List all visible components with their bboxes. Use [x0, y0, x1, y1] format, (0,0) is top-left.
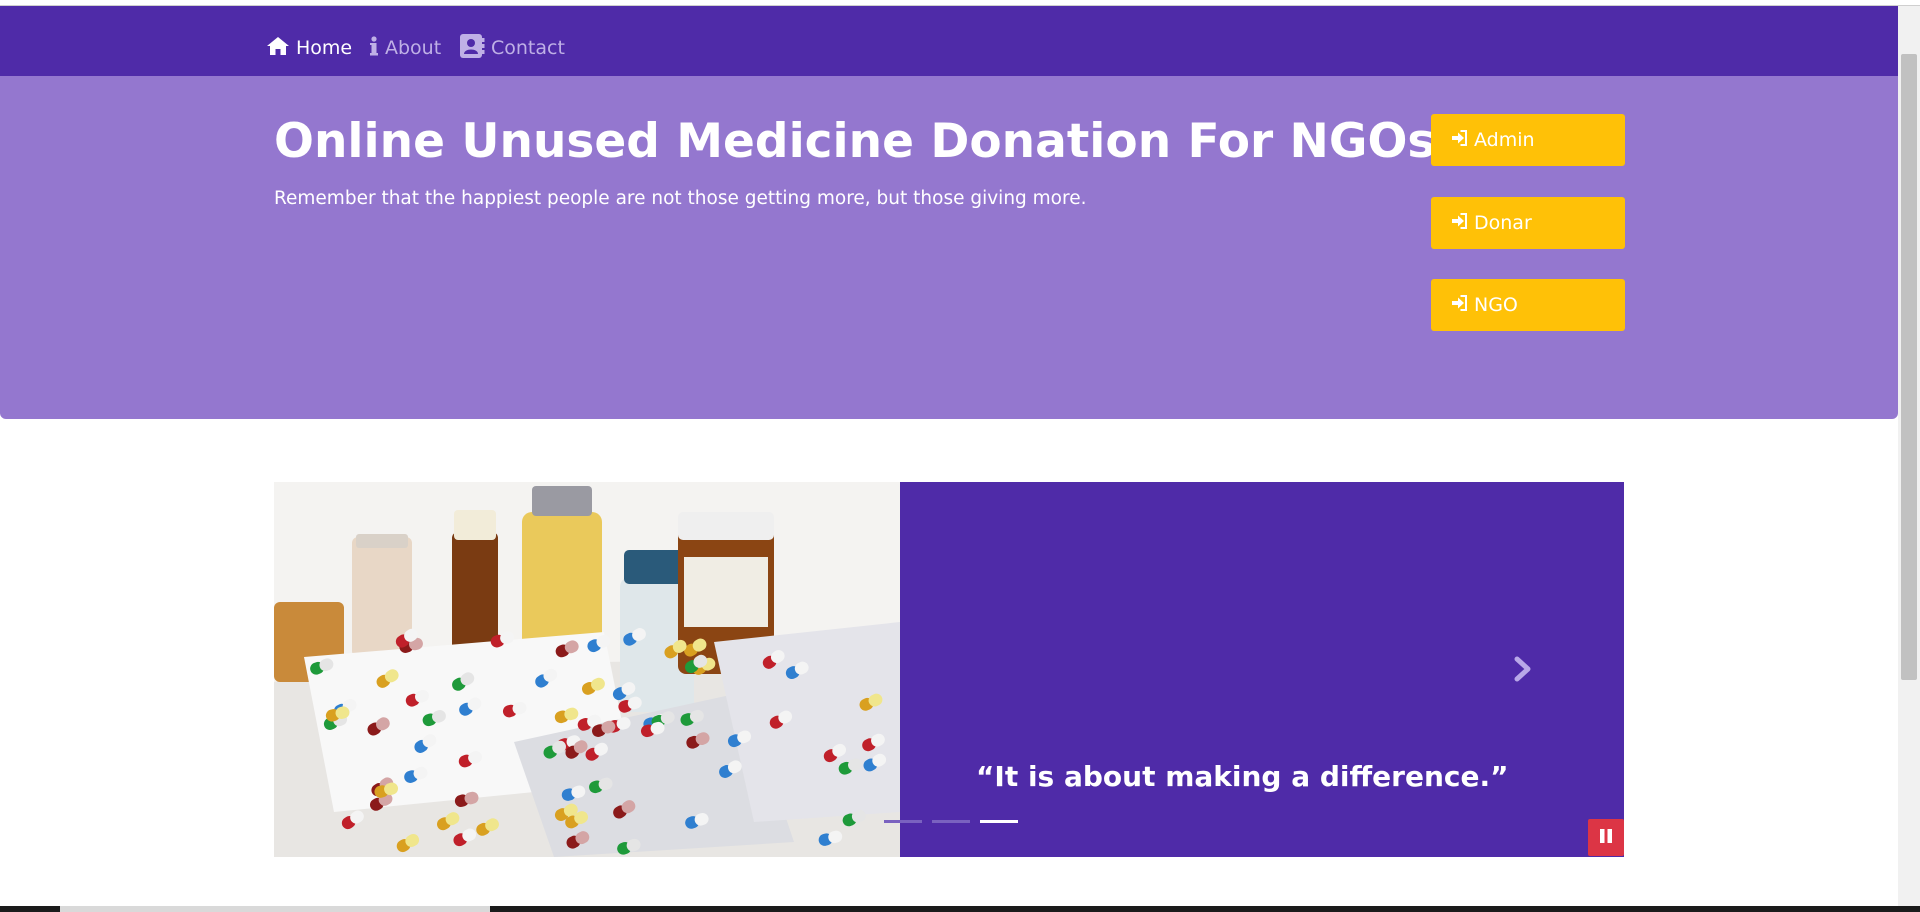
sign-in-icon: [1451, 294, 1468, 316]
sign-in-icon: [1451, 212, 1468, 234]
pause-icon: [1598, 828, 1614, 847]
scrollbar-thumb[interactable]: [1901, 54, 1917, 680]
ngo-button-label: NGO: [1474, 294, 1518, 316]
image-carousel: [274, 482, 1624, 857]
window-bottom-bar: [0, 906, 1920, 912]
donar-button-label: Donar: [1474, 212, 1532, 234]
carousel-pause-button[interactable]: [1588, 819, 1624, 856]
nav-contact-link[interactable]: Contact: [459, 30, 565, 66]
nav-about-label: About: [385, 37, 442, 59]
page-scrollbar[interactable]: [1898, 6, 1920, 906]
medicine-photo: [274, 482, 900, 857]
chevron-right-icon: [1514, 656, 1532, 686]
hero-banner: Online Unused Medicine Donation For NGOs…: [0, 76, 1898, 419]
slide-quote: “It is about making a difference.”: [976, 760, 1509, 793]
nav-about-link[interactable]: About: [369, 30, 441, 66]
carousel-indicator[interactable]: [980, 820, 1018, 823]
nav-home-link[interactable]: Home: [266, 30, 352, 66]
carousel-indicators: [884, 820, 1018, 823]
info-icon: [369, 35, 379, 62]
taskbar-segment: [60, 906, 490, 912]
carousel-indicator[interactable]: [932, 820, 970, 823]
carousel-next-button[interactable]: [1505, 653, 1541, 689]
donar-login-button[interactable]: Donar: [1431, 197, 1625, 249]
hero-subtitle: Remember that the happiest people are no…: [274, 188, 1087, 209]
nav-contact-label: Contact: [491, 37, 565, 59]
ngo-login-button[interactable]: NGO: [1431, 279, 1625, 331]
admin-button-label: Admin: [1474, 129, 1535, 151]
contact-card-icon: [459, 33, 485, 64]
sign-in-icon: [1451, 129, 1468, 151]
top-navbar: Home About Contact: [0, 6, 1898, 76]
page-title: Online Unused Medicine Donation For NGOs: [274, 114, 1436, 169]
nav-home-label: Home: [296, 37, 353, 59]
admin-login-button[interactable]: Admin: [1431, 114, 1625, 166]
home-icon: [266, 36, 290, 61]
carousel-indicator[interactable]: [884, 820, 922, 823]
